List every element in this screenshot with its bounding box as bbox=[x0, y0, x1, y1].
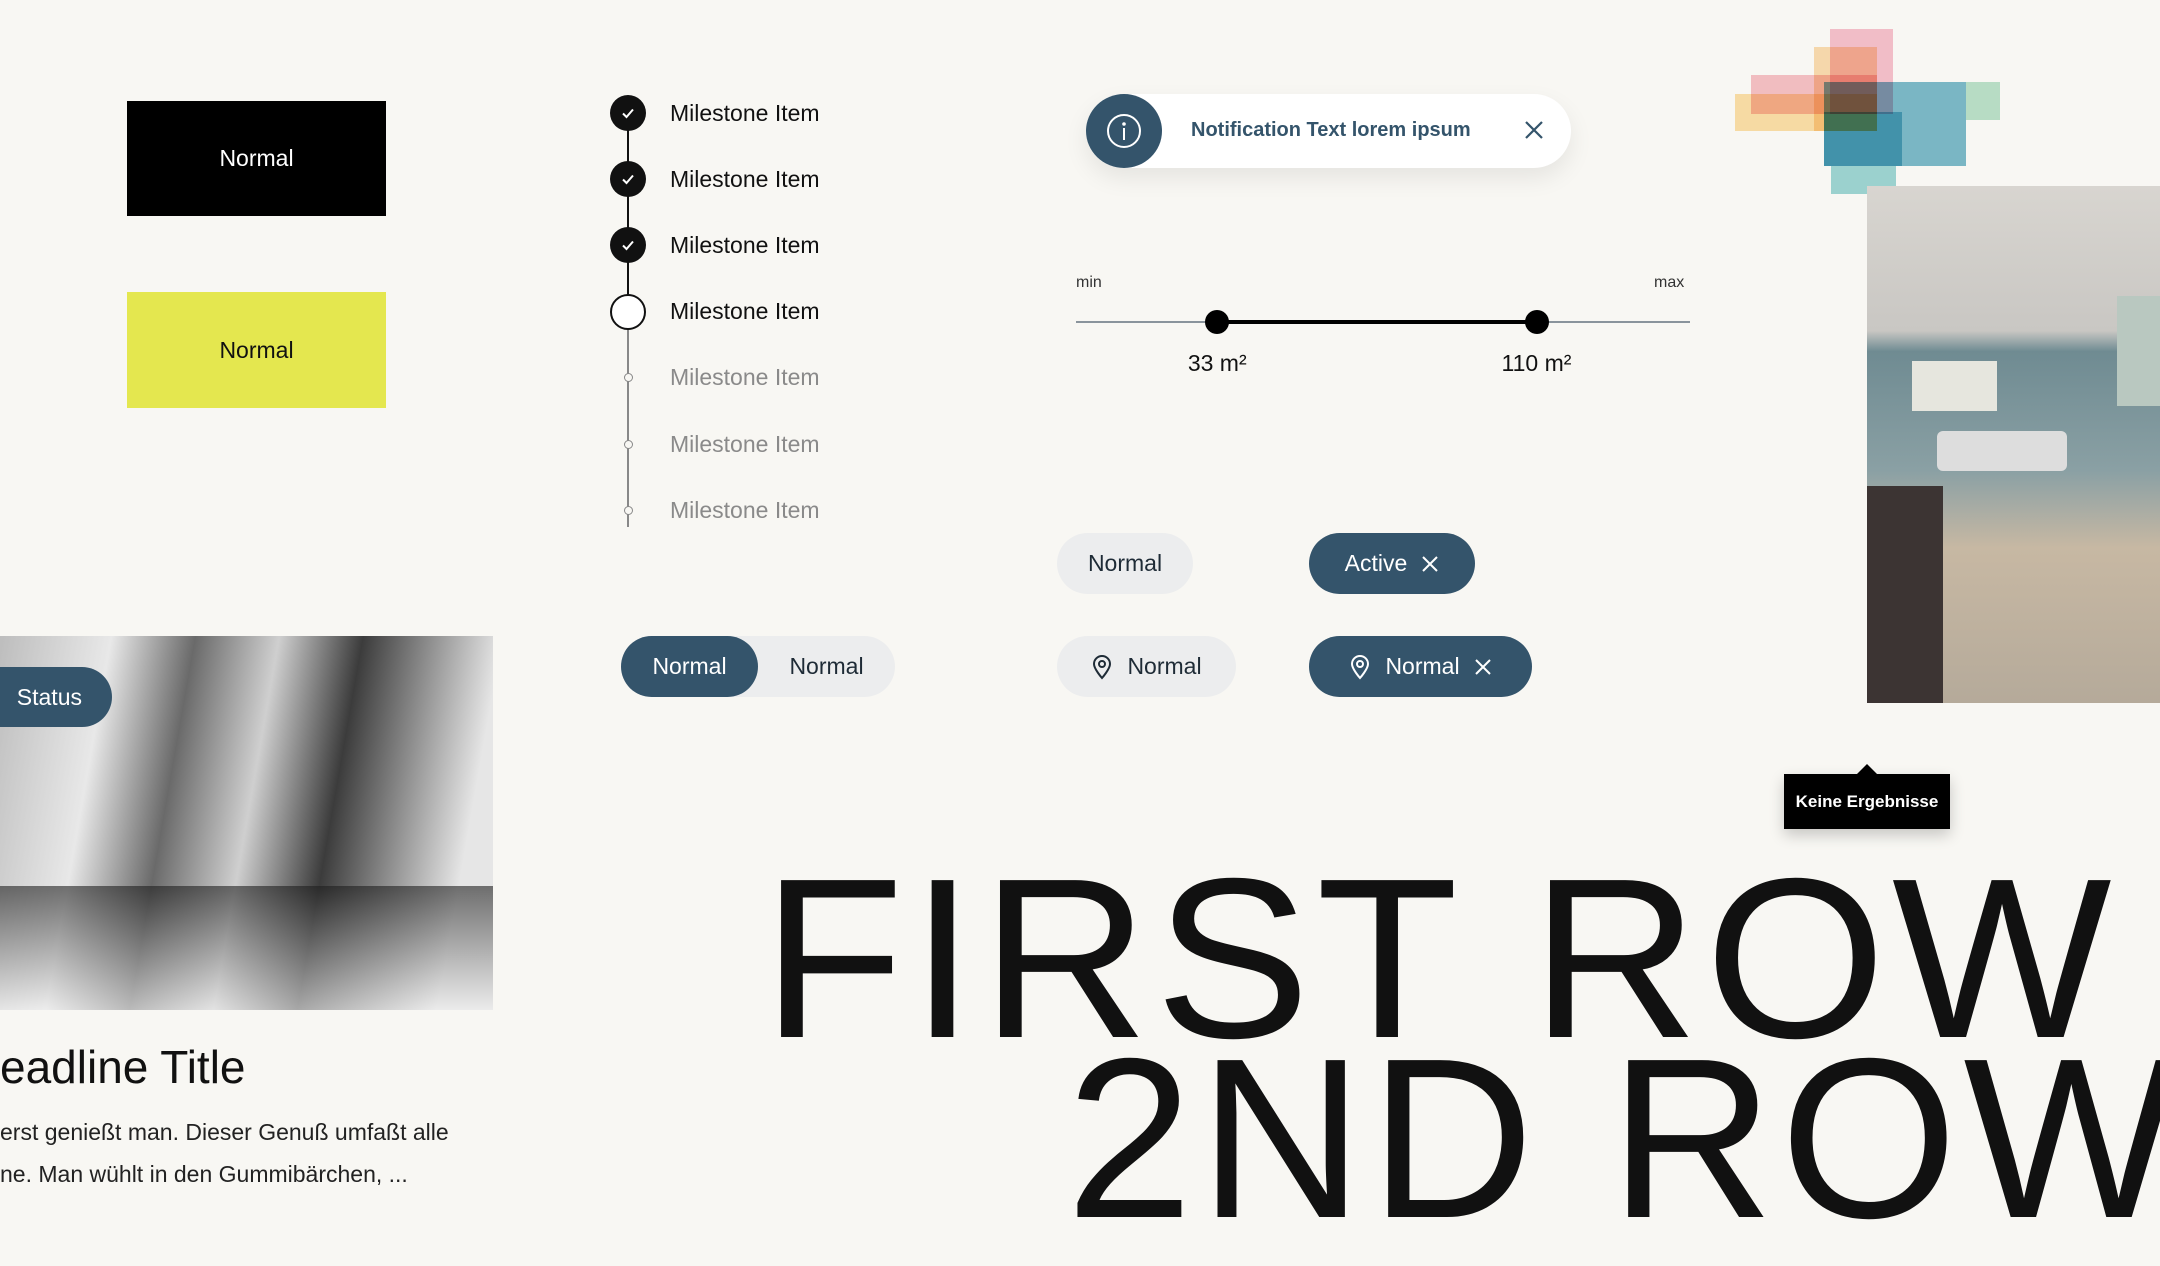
check-icon bbox=[610, 95, 646, 131]
milestone-item: Milestone Item bbox=[610, 293, 820, 330]
milestone-label: Milestone Item bbox=[670, 430, 820, 457]
black-button[interactable]: Normal bbox=[127, 101, 386, 216]
slider-max-label: max bbox=[1654, 274, 1685, 291]
status-label: Status bbox=[16, 683, 82, 710]
circle-small-icon bbox=[610, 492, 646, 528]
status-badge: Status bbox=[0, 667, 112, 727]
close-icon[interactable] bbox=[1474, 658, 1492, 676]
milestone-label: Milestone Item bbox=[670, 231, 820, 258]
location-pin-icon bbox=[1093, 654, 1112, 680]
chip-active[interactable]: Active bbox=[1309, 533, 1475, 594]
milestone-label: Milestone Item bbox=[670, 165, 820, 192]
slider-handle-high[interactable] bbox=[1524, 310, 1549, 334]
segmented-control: Normal Normal bbox=[621, 636, 895, 697]
segment-label: Normal bbox=[789, 653, 864, 679]
yellow-button[interactable]: Normal bbox=[127, 292, 386, 408]
chip-label: Normal bbox=[1127, 653, 1202, 679]
circle-small-icon bbox=[610, 426, 646, 462]
chip-label: Normal bbox=[1385, 653, 1460, 679]
chip-location[interactable]: Normal bbox=[1057, 636, 1236, 697]
circle-small-icon bbox=[610, 360, 646, 396]
card-headline: eadline Title bbox=[0, 1041, 246, 1093]
room-image bbox=[1867, 186, 2160, 703]
chip-label: Normal bbox=[1087, 550, 1163, 576]
segment-right[interactable]: Normal bbox=[758, 636, 895, 697]
milestone-item: Milestone Item bbox=[610, 227, 820, 264]
slider-handle-low[interactable] bbox=[1205, 310, 1230, 334]
check-icon bbox=[610, 161, 646, 198]
chip-location-active[interactable]: Normal bbox=[1309, 636, 1532, 697]
location-pin-icon bbox=[1351, 654, 1370, 680]
slider-range bbox=[1217, 320, 1537, 324]
milestone-item: Milestone Item bbox=[610, 360, 820, 396]
milestone-item: Milestone Item bbox=[610, 161, 820, 198]
milestone-label: Milestone Item bbox=[670, 99, 820, 126]
milestone-item: Milestone Item bbox=[610, 95, 820, 131]
notification: Notification Text lorem ipsum bbox=[1086, 94, 1571, 168]
card-body-line2: ne. Man wühlt in den Gummibärchen, ... bbox=[0, 1161, 408, 1187]
milestone-item: Milestone Item bbox=[610, 426, 820, 462]
milestone-item: Milestone Item bbox=[610, 492, 820, 528]
display-row-2: 2ND ROW bbox=[1066, 1012, 2160, 1266]
segment-label: Normal bbox=[652, 653, 727, 679]
info-icon bbox=[1086, 94, 1162, 168]
tooltip: Keine Ergebnisse bbox=[1784, 764, 1950, 829]
card-body-line1: erst genießt man. Dieser Genuß umfaßt al… bbox=[0, 1119, 449, 1145]
chip-label: Active bbox=[1344, 550, 1408, 576]
milestone-label: Milestone Item bbox=[670, 496, 820, 523]
tooltip-text: Keine Ergebnisse bbox=[1795, 791, 1939, 811]
notification-text: Notification Text lorem ipsum bbox=[1191, 119, 1471, 141]
tooltip-arrow bbox=[1857, 764, 1877, 774]
slider-low-value: 33 m² bbox=[1187, 350, 1247, 376]
milestone-label: Milestone Item bbox=[670, 298, 820, 325]
segment-left[interactable]: Normal bbox=[621, 636, 758, 697]
chip-normal[interactable]: Normal bbox=[1057, 533, 1193, 594]
close-icon[interactable] bbox=[1523, 119, 1545, 146]
check-icon bbox=[610, 227, 646, 264]
close-icon[interactable] bbox=[1421, 555, 1439, 573]
slider-high-value: 110 m² bbox=[1501, 350, 1572, 376]
slider-min-label: min bbox=[1076, 274, 1102, 291]
milestone-label: Milestone Item bbox=[670, 364, 820, 391]
circle-icon bbox=[610, 293, 646, 330]
milestone-line-done bbox=[627, 113, 629, 313]
